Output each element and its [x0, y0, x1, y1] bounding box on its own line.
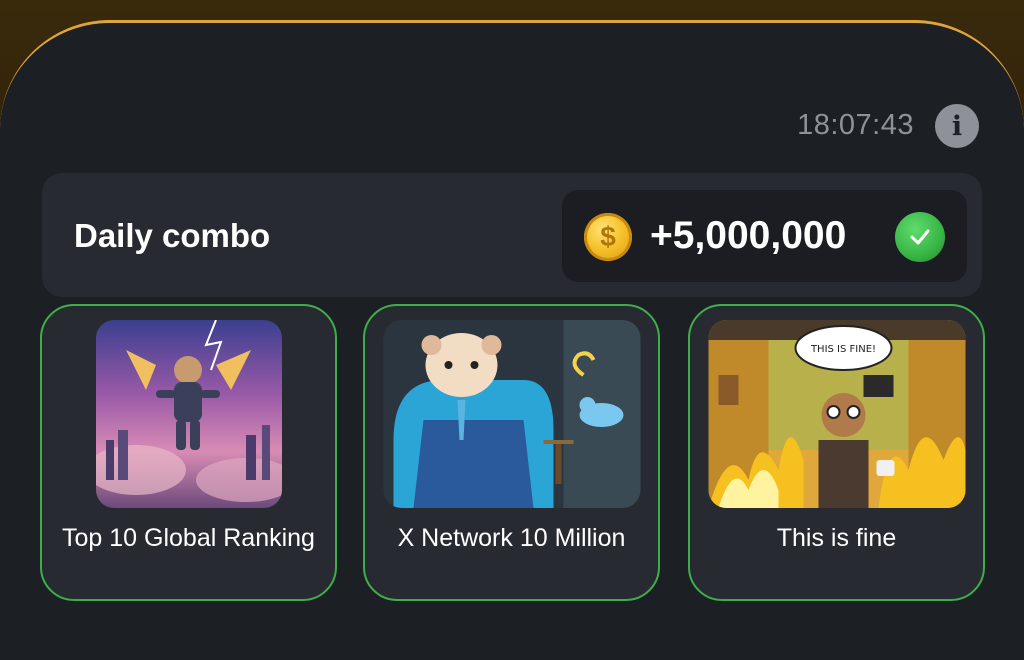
daily-combo-title: Daily combo: [74, 217, 271, 254]
card-image-x-network-hamster: [383, 320, 640, 508]
reward-amount: +5,000,000: [650, 214, 847, 257]
combo-card-2[interactable]: X Network 10 Million: [363, 304, 660, 601]
card-label: This is fine: [776, 524, 897, 552]
reward-box: $ +5,000,000: [562, 190, 967, 282]
card-label: X Network 10 Million: [397, 524, 626, 552]
card-image-cosmic-hamster: [95, 320, 282, 508]
combo-card-1[interactable]: Top 10 Global Ranking: [40, 304, 337, 601]
daily-combo-bar: Daily combo $ +5,000,000: [42, 173, 982, 297]
card-label: Top 10 Global Ranking: [62, 524, 315, 552]
coin-icon: $: [584, 213, 632, 261]
combo-card-3[interactable]: THIS IS FINE! This is fine: [688, 304, 985, 601]
countdown-timer: 18:07:43: [797, 109, 914, 141]
check-icon: [895, 212, 945, 262]
info-icon[interactable]: i: [935, 104, 979, 148]
speech-bubble-text: THIS IS FINE!: [809, 344, 875, 355]
card-image-this-is-fine: THIS IS FINE!: [708, 320, 965, 508]
